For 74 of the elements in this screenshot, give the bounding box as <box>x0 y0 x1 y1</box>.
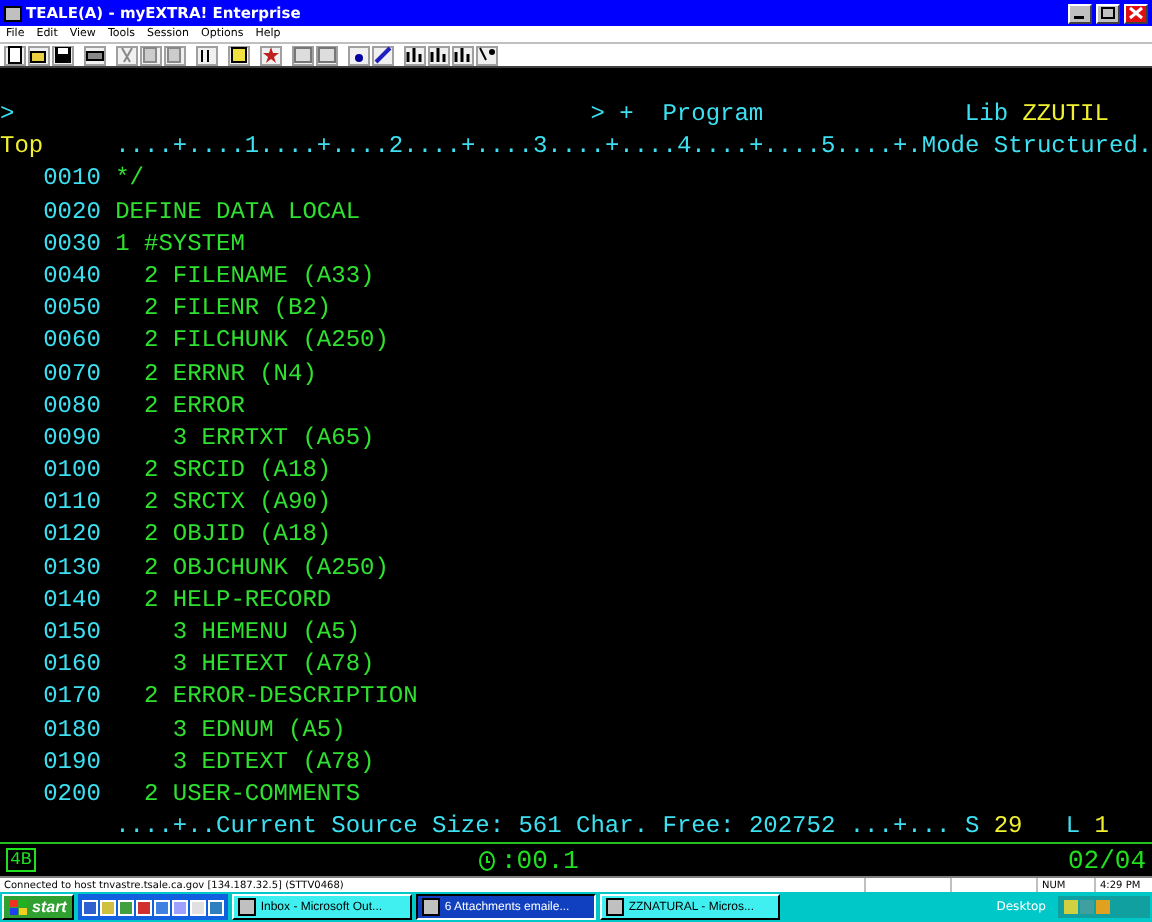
toolbar-icon[interactable] <box>196 45 218 65</box>
source-code: 3 EDNUM (A5) <box>170 713 346 746</box>
line-number: 0050 <box>43 292 101 325</box>
source-code: 1 #SYSTEM <box>115 227 245 260</box>
source-code: */ <box>115 162 144 196</box>
session-indicator: 4B <box>6 848 36 872</box>
source-code: DEFINE DATA LOCAL <box>115 195 361 228</box>
source-code: 3 HEMENU (A5) <box>170 616 361 649</box>
line-number: 0140 <box>43 583 101 616</box>
toolbar-icon[interactable] <box>348 45 370 65</box>
line-number: 0200 <box>43 777 101 811</box>
line-number: 0030 <box>43 227 101 260</box>
line-number: 0100 <box>43 454 101 487</box>
minimize-button[interactable] <box>1068 3 1092 23</box>
column-ruler: ....+....1....+....2....+....3....+....4....+....5....+.Mode Structured. <box>115 130 1152 163</box>
toolbar-icon[interactable] <box>428 45 450 65</box>
line-number: 0170 <box>43 680 101 714</box>
source-code: 2 HELP-RECORD <box>141 583 332 616</box>
source-code: 3 HETEXT (A78) <box>170 648 375 681</box>
line-number: 0080 <box>43 389 101 422</box>
source-code: 2 FILENR (B2) <box>141 292 332 325</box>
source-code: 2 SRCTX (A90) <box>141 486 332 519</box>
line-number: 0110 <box>43 486 101 519</box>
line-number: 0090 <box>43 421 101 455</box>
library-label: Lib <box>964 98 1009 131</box>
toolbar-icon[interactable] <box>228 45 250 65</box>
line-number: 0040 <box>43 259 101 293</box>
line-number: 0160 <box>43 648 101 681</box>
source-code: 2 FILENAME (A33) <box>141 259 375 293</box>
line-number: 0070 <box>43 357 101 390</box>
command-prompt: > <box>0 98 15 131</box>
flag-icon <box>10 899 28 915</box>
system-tray <box>1058 896 1150 918</box>
toolbar-icon[interactable] <box>452 45 474 65</box>
line-number: 0190 <box>43 745 101 778</box>
toolbar-icon[interactable] <box>52 45 74 65</box>
source-code: 2 USER-COMMENTS <box>141 777 361 811</box>
toolbar-icon[interactable] <box>404 45 426 65</box>
close-icon <box>1128 6 1144 20</box>
status-text: L <box>1065 810 1081 842</box>
status-value: 29 <box>993 810 1023 842</box>
line-number: 0120 <box>43 518 101 552</box>
timer-text: :00.1 <box>500 845 579 875</box>
library-name: ZZUTIL <box>1022 98 1109 131</box>
line-number: 0020 <box>43 195 101 228</box>
toolbar-icon[interactable] <box>28 45 50 65</box>
line-number: 0130 <box>43 551 101 584</box>
source-code: 2 SRCID (A18) <box>141 454 332 487</box>
position-label: Top <box>0 130 44 163</box>
source-code: 2 OBJCHUNK (A250) <box>141 551 389 584</box>
command-line: > + Program <box>590 98 764 131</box>
source-code: 2 OBJID (A18) <box>141 518 332 552</box>
line-number: 0150 <box>43 616 101 649</box>
toolbar-icon[interactable] <box>260 45 282 65</box>
status-value: 1 <box>1094 810 1109 842</box>
toolbar-icon[interactable] <box>372 45 394 65</box>
source-code: 2 ERRNR (N4) <box>141 357 317 390</box>
status-text: ....+..Current Source Size: 561 Char. Free: 202752 ...+... S <box>115 810 980 842</box>
clock-icon <box>478 849 497 871</box>
restore-icon <box>1100 6 1116 20</box>
source-code: 2 ERROR <box>141 389 245 422</box>
source-code: 2 ERROR-DESCRIPTION <box>141 680 418 714</box>
line-number: 0180 <box>43 713 101 746</box>
line-number: 0060 <box>43 324 101 357</box>
source-code: 3 EDTEXT (A78) <box>170 745 375 778</box>
toolbar-icon[interactable] <box>476 45 498 65</box>
source-code: 2 FILCHUNK (A250) <box>141 324 389 357</box>
close-button[interactable] <box>1124 3 1148 23</box>
cursor-position: 02/04 <box>1067 845 1146 875</box>
restore-button[interactable] <box>1096 3 1120 23</box>
toolbar-icon[interactable] <box>84 45 106 65</box>
line-number: 0010 <box>43 162 101 196</box>
source-code: 3 ERRTXT (A65) <box>170 421 375 455</box>
toolbar-icon[interactable] <box>4 45 26 65</box>
